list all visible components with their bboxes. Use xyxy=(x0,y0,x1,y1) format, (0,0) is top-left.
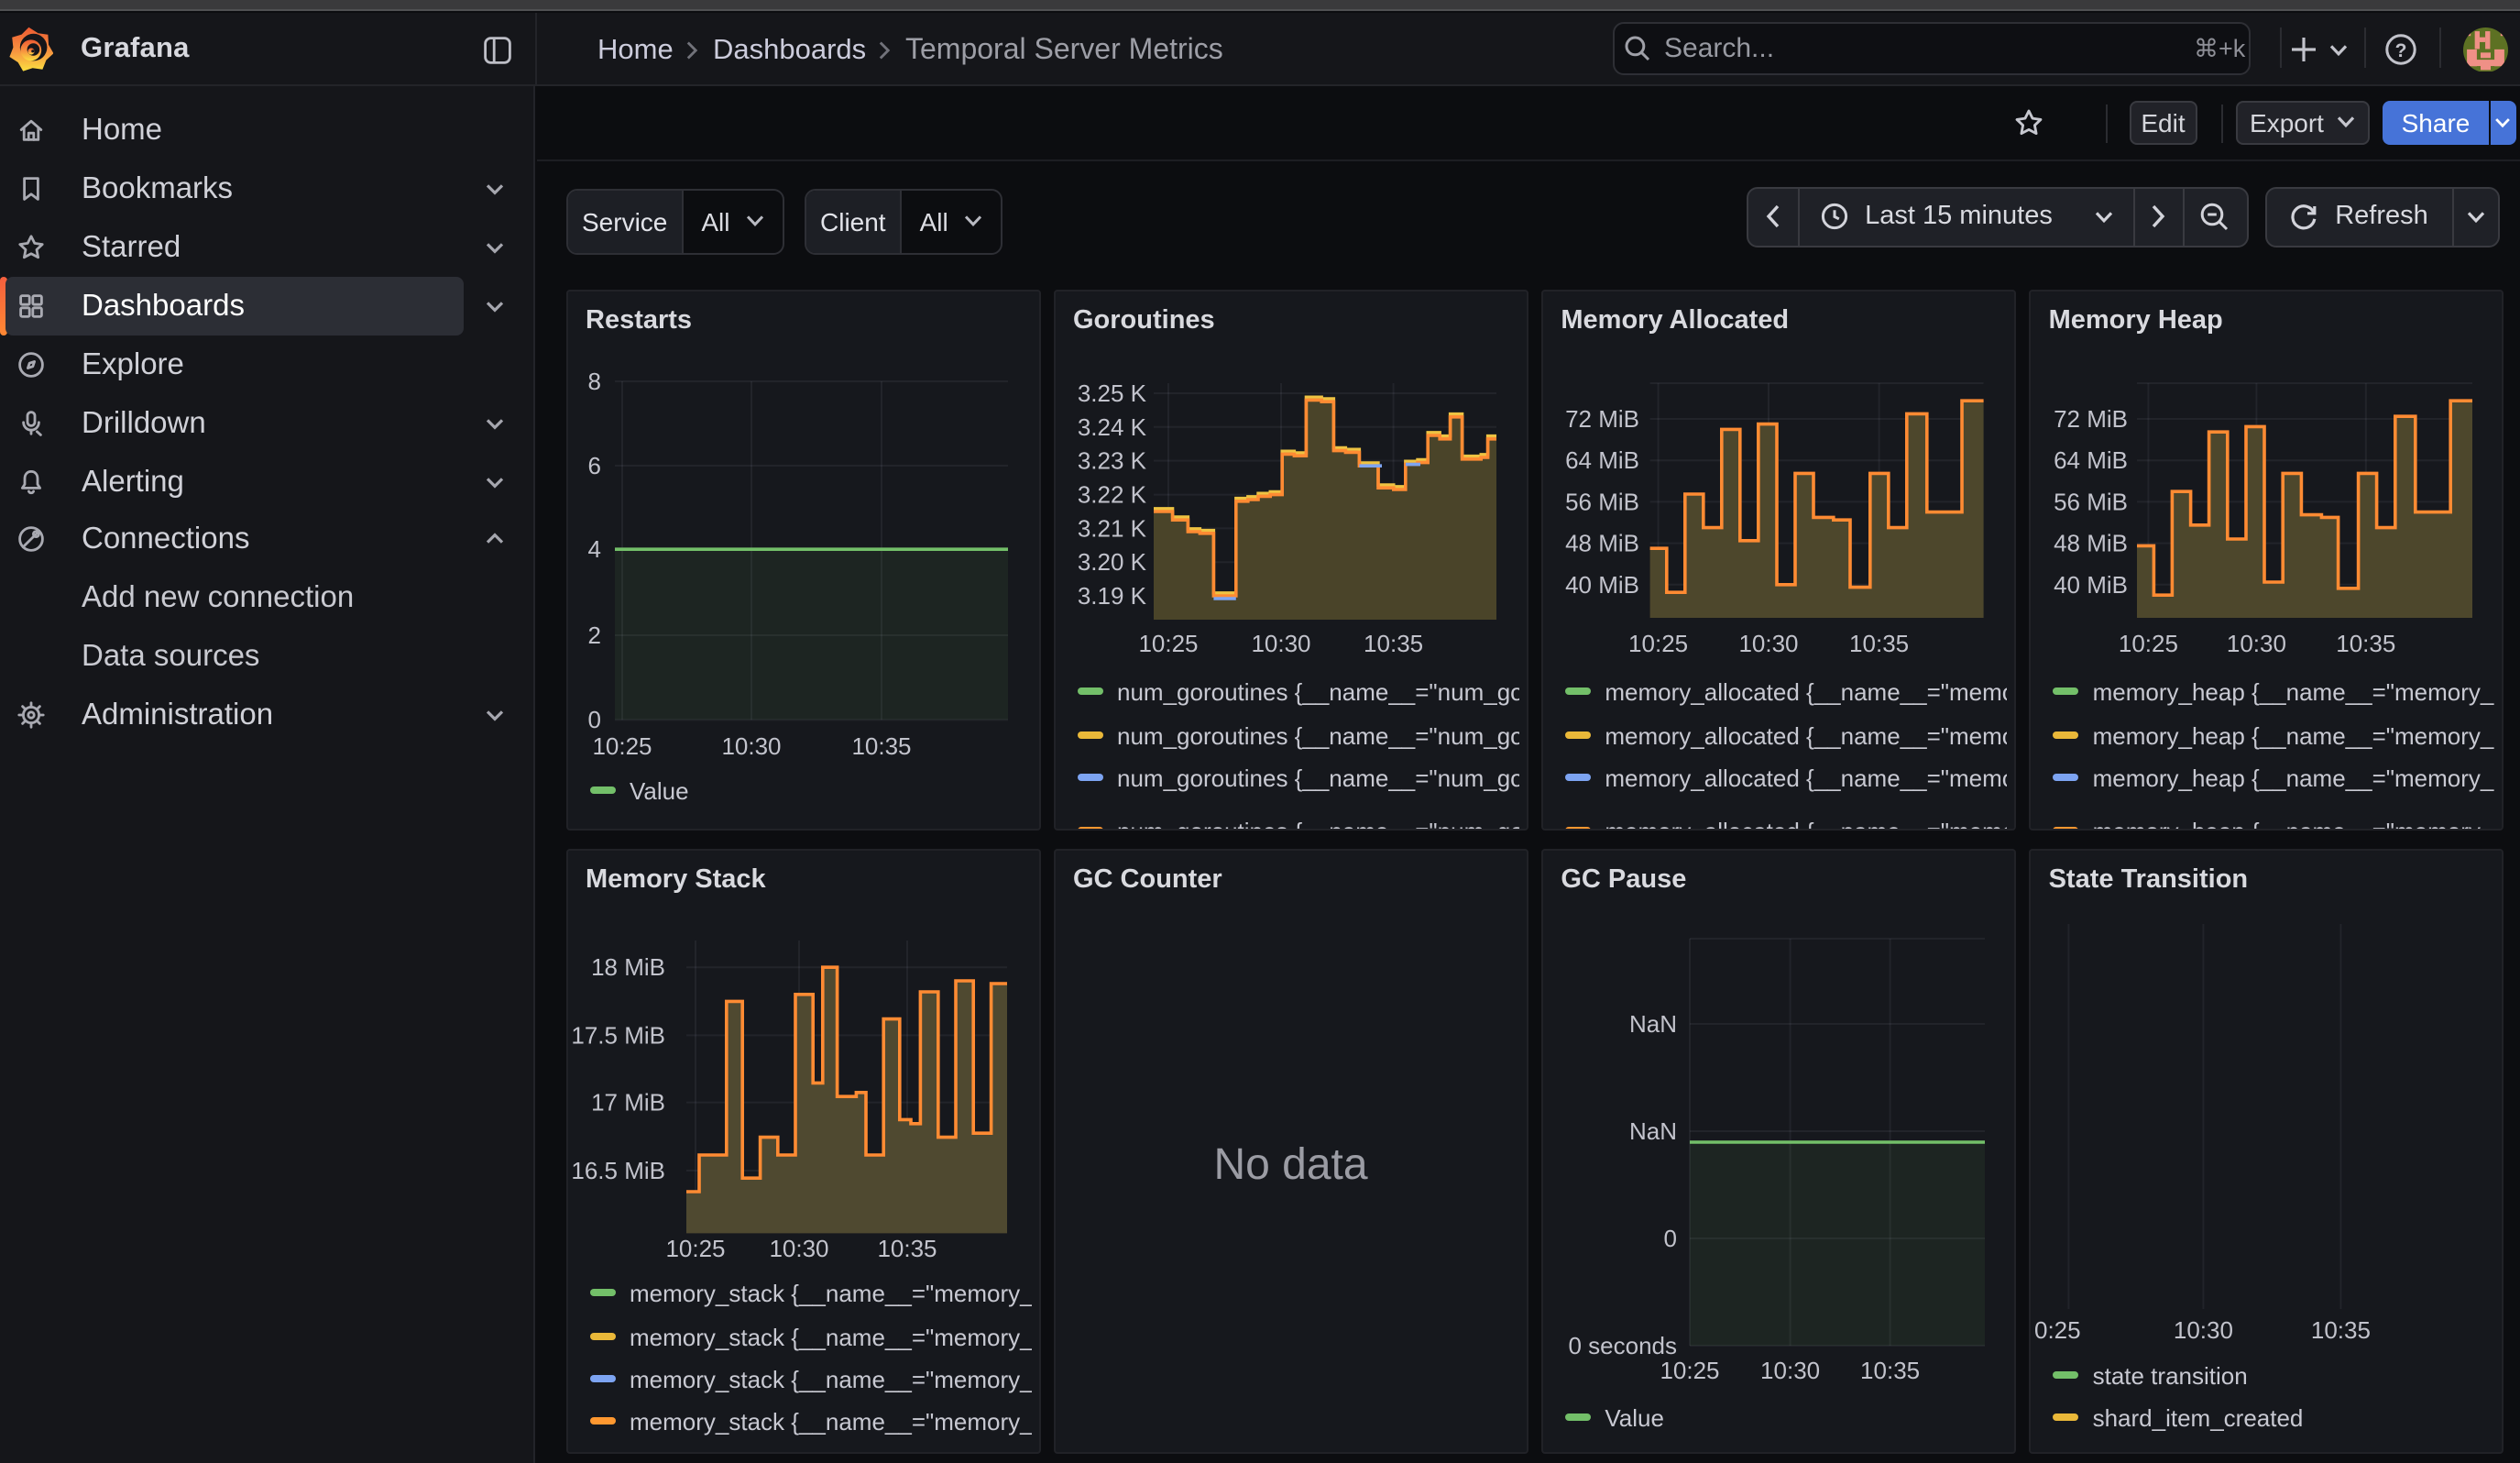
svg-text:10:35: 10:35 xyxy=(2336,630,2395,657)
svg-text:16.5 MiB: 16.5 MiB xyxy=(570,1157,664,1184)
svg-text:72 MiB: 72 MiB xyxy=(1564,405,1638,433)
svg-text:10:25: 10:25 xyxy=(1137,630,1197,657)
svg-text:72 MiB: 72 MiB xyxy=(2054,405,2128,433)
svg-text:3.19 K: 3.19 K xyxy=(1077,582,1146,610)
svg-text:40 MiB: 40 MiB xyxy=(1564,571,1638,599)
svg-text:64 MiB: 64 MiB xyxy=(1564,446,1638,474)
svg-text:56 MiB: 56 MiB xyxy=(1564,488,1638,515)
svg-text:10:30: 10:30 xyxy=(1759,1357,1819,1384)
svg-text:10:30: 10:30 xyxy=(2226,630,2285,657)
svg-text:10:30: 10:30 xyxy=(1738,630,1798,657)
svg-text:10:35: 10:35 xyxy=(2310,1316,2370,1344)
svg-text:3.25 K: 3.25 K xyxy=(1077,380,1146,407)
svg-text:NaN: NaN xyxy=(1628,1117,1676,1145)
svg-text:10:30: 10:30 xyxy=(768,1235,827,1262)
svg-text:0 seconds: 0 seconds xyxy=(1568,1332,1677,1359)
svg-text:10:30: 10:30 xyxy=(1250,630,1309,657)
svg-text:10:35: 10:35 xyxy=(1363,630,1422,657)
svg-text:3.21 K: 3.21 K xyxy=(1077,514,1146,542)
svg-text:0:25: 0:25 xyxy=(2034,1316,2081,1344)
svg-text:3.24 K: 3.24 K xyxy=(1077,413,1146,441)
svg-text:NaN: NaN xyxy=(1628,1010,1676,1038)
svg-text:10:25: 10:25 xyxy=(2118,630,2177,657)
svg-text:64 MiB: 64 MiB xyxy=(2054,446,2128,474)
svg-text:18 MiB: 18 MiB xyxy=(590,953,664,981)
svg-text:8: 8 xyxy=(587,368,600,395)
svg-text:4: 4 xyxy=(587,535,600,563)
svg-text:10:30: 10:30 xyxy=(2173,1316,2232,1344)
svg-text:3.20 K: 3.20 K xyxy=(1077,548,1146,576)
svg-text:?: ? xyxy=(2395,39,2407,60)
svg-text:17.5 MiB: 17.5 MiB xyxy=(570,1021,664,1049)
svg-text:10:25: 10:25 xyxy=(1627,630,1687,657)
svg-text:6: 6 xyxy=(587,452,600,479)
svg-text:3.23 K: 3.23 K xyxy=(1077,447,1146,475)
svg-text:10:35: 10:35 xyxy=(1859,1357,1919,1384)
svg-text:10:25: 10:25 xyxy=(591,732,651,760)
svg-text:17 MiB: 17 MiB xyxy=(590,1089,664,1116)
svg-text:48 MiB: 48 MiB xyxy=(2054,530,2128,557)
svg-text:10:25: 10:25 xyxy=(1660,1357,1719,1384)
svg-text:56 MiB: 56 MiB xyxy=(2054,488,2128,515)
svg-text:10:35: 10:35 xyxy=(876,1235,936,1262)
svg-text:10:30: 10:30 xyxy=(720,732,780,760)
svg-text:10:25: 10:25 xyxy=(664,1235,724,1262)
svg-text:48 MiB: 48 MiB xyxy=(1564,530,1638,557)
svg-text:10:35: 10:35 xyxy=(850,732,910,760)
svg-text:0: 0 xyxy=(587,706,600,733)
svg-text:10:35: 10:35 xyxy=(1848,630,1908,657)
svg-text:3.22 K: 3.22 K xyxy=(1077,481,1146,509)
svg-text:2: 2 xyxy=(587,622,600,649)
svg-text:40 MiB: 40 MiB xyxy=(2054,571,2128,599)
svg-text:0: 0 xyxy=(1663,1225,1676,1252)
